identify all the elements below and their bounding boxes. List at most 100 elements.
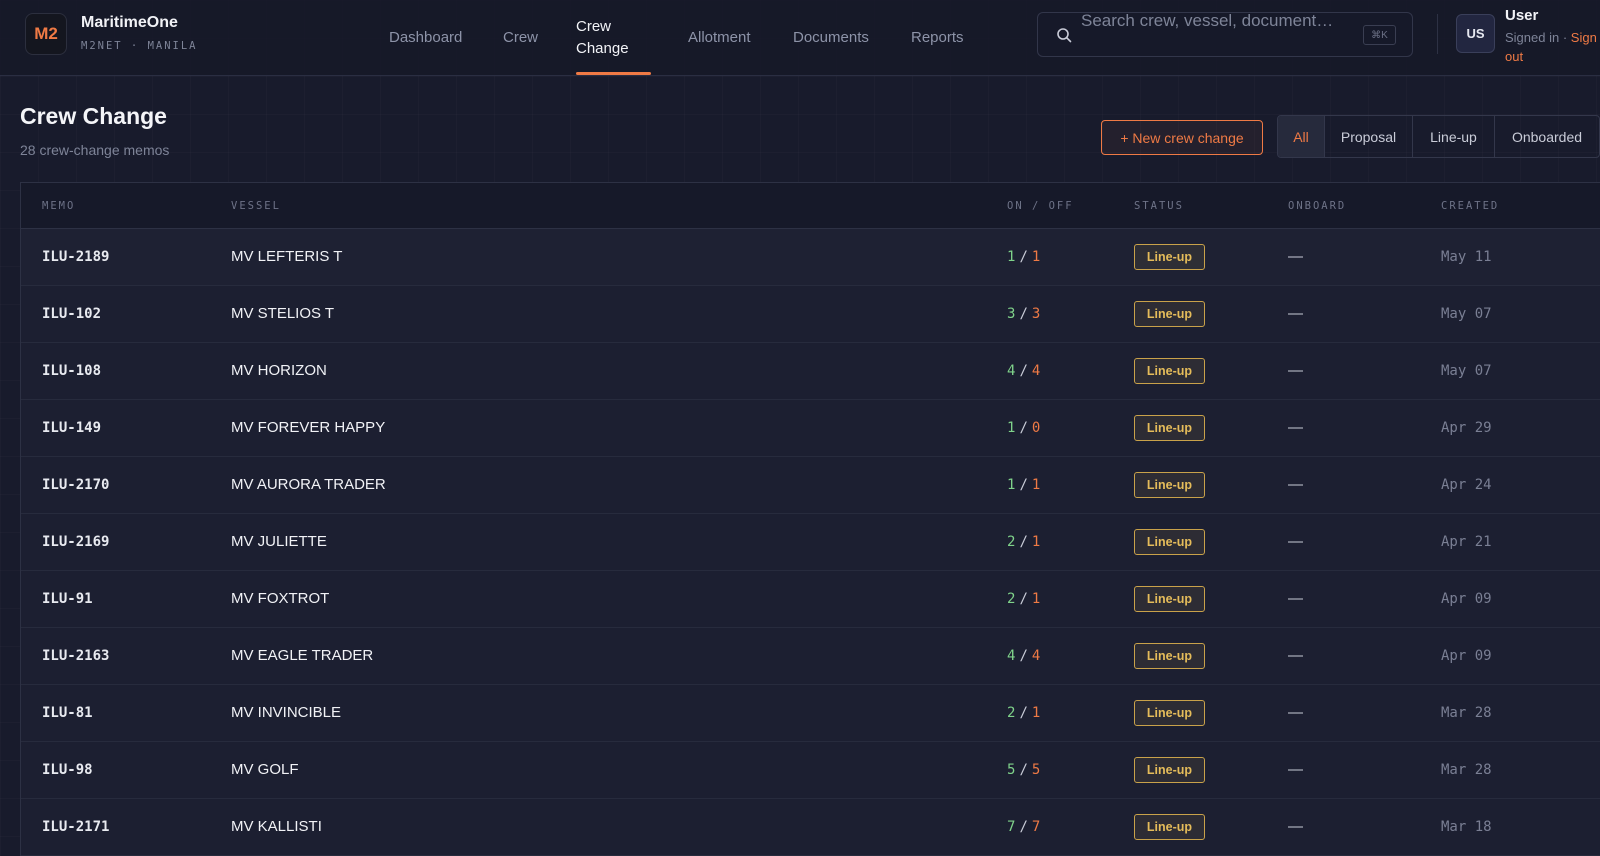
table-row[interactable]: ILU-98 MV GOLF 5/5 Line-up — Mar 28 bbox=[21, 742, 1600, 799]
filter-onboarded[interactable]: Onboarded bbox=[1495, 116, 1599, 157]
on-off-counts: 2/1 bbox=[1007, 591, 1040, 607]
memo-id[interactable]: ILU-2163 bbox=[42, 648, 109, 664]
nav-dashboard[interactable]: Dashboard bbox=[389, 0, 462, 75]
on-off-separator: / bbox=[1019, 249, 1028, 265]
memo-id[interactable]: ILU-149 bbox=[42, 420, 101, 436]
top-bar: M2 MaritimeOne M2NET · MANILA Dashboard … bbox=[0, 0, 1600, 76]
off-count: 3 bbox=[1031, 306, 1041, 322]
nav-reports[interactable]: Reports bbox=[911, 0, 964, 75]
memo-id[interactable]: ILU-91 bbox=[42, 591, 93, 607]
signed-in-label: Signed in · bbox=[1505, 30, 1568, 45]
on-off-separator: / bbox=[1019, 648, 1028, 664]
onboard-value: — bbox=[1288, 533, 1303, 550]
on-off-separator: / bbox=[1019, 762, 1028, 778]
on-off-separator: / bbox=[1019, 420, 1028, 436]
page-title: Crew Change bbox=[20, 103, 167, 129]
nav-documents[interactable]: Documents bbox=[793, 0, 869, 75]
on-count: 2 bbox=[1007, 591, 1016, 607]
nav-allotment[interactable]: Allotment bbox=[688, 0, 751, 75]
column-header-vessel[interactable]: VESSEL bbox=[231, 200, 281, 212]
onboard-value: — bbox=[1288, 476, 1303, 493]
memo-id[interactable]: ILU-2171 bbox=[42, 819, 109, 835]
table-body: ILU-2189 MV LEFTERIS T 1/1 Line-up — May 11 IL… bbox=[21, 229, 1600, 856]
brand-name: MaritimeOne bbox=[81, 14, 178, 31]
table-row[interactable]: ILU-2170 MV AURORA TRADER 1/1 Line-up — Apr 2… bbox=[21, 457, 1600, 514]
nav-crew-change[interactable]: Crew Change bbox=[576, 0, 646, 75]
on-off-separator: / bbox=[1019, 705, 1028, 721]
brand-subtitle: M2NET · MANILA bbox=[81, 40, 198, 52]
memo-id[interactable]: ILU-98 bbox=[42, 762, 93, 778]
filter-all[interactable]: All bbox=[1278, 116, 1325, 157]
on-off-counts: 2/1 bbox=[1007, 534, 1040, 550]
onboard-value: — bbox=[1288, 704, 1303, 721]
memo-id[interactable]: ILU-2189 bbox=[42, 249, 109, 265]
off-count: 1 bbox=[1031, 591, 1041, 607]
brand-logo[interactable]: M2 bbox=[25, 13, 67, 55]
table-row[interactable]: ILU-102 MV STELIOS T 3/3 Line-up — May 07 bbox=[21, 286, 1600, 343]
vessel-name: MV STELIOS T bbox=[231, 305, 335, 322]
off-count: 0 bbox=[1031, 420, 1041, 436]
on-count: 1 bbox=[1007, 420, 1016, 436]
table-row[interactable]: ILU-2189 MV LEFTERIS T 1/1 Line-up — May 11 bbox=[21, 229, 1600, 286]
search-bar[interactable]: Search crew, vessel, document… ⌘K bbox=[1037, 11, 1413, 57]
off-count: 1 bbox=[1031, 705, 1041, 721]
created-date: Apr 29 bbox=[1441, 420, 1492, 436]
table-row[interactable]: ILU-2171 MV KALLISTI 7/7 Line-up — Mar 18 bbox=[21, 799, 1600, 856]
filter-line-up[interactable]: Line-up bbox=[1413, 116, 1495, 157]
onboard-value: — bbox=[1288, 248, 1303, 265]
off-count: 4 bbox=[1031, 363, 1041, 379]
off-count: 1 bbox=[1031, 249, 1041, 265]
on-count: 4 bbox=[1007, 648, 1016, 664]
onboard-value: — bbox=[1288, 362, 1303, 379]
vessel-name: MV INVINCIBLE bbox=[231, 704, 342, 721]
filter-proposal[interactable]: Proposal bbox=[1325, 116, 1413, 157]
vessel-name: MV JULIETTE bbox=[231, 533, 327, 550]
status-badge: Line-up bbox=[1134, 358, 1205, 384]
onboard-value: — bbox=[1288, 305, 1303, 322]
memo-id[interactable]: ILU-2169 bbox=[42, 534, 109, 550]
column-header-memo[interactable]: MEMO bbox=[42, 200, 75, 212]
table-row[interactable]: ILU-108 MV HORIZON 4/4 Line-up — May 07 bbox=[21, 343, 1600, 400]
on-off-separator: / bbox=[1019, 306, 1028, 322]
memo-id[interactable]: ILU-2170 bbox=[42, 477, 109, 493]
created-date: Mar 28 bbox=[1441, 762, 1492, 778]
vessel-name: MV FOREVER HAPPY bbox=[231, 419, 386, 436]
table-row[interactable]: ILU-2163 MV EAGLE TRADER 4/4 Line-up — Apr 09 bbox=[21, 628, 1600, 685]
search-icon bbox=[1057, 28, 1072, 43]
column-header-on-off[interactable]: ON / OFF bbox=[1007, 200, 1074, 212]
status-badge: Line-up bbox=[1134, 814, 1205, 840]
memo-id[interactable]: ILU-108 bbox=[42, 363, 101, 379]
column-header-created[interactable]: CREATED bbox=[1441, 200, 1499, 212]
page-subtitle: 28 crew-change memos bbox=[20, 142, 170, 158]
on-count: 2 bbox=[1007, 534, 1016, 550]
created-date: May 11 bbox=[1441, 249, 1492, 265]
header-divider bbox=[1437, 14, 1438, 54]
on-off-counts: 1/1 bbox=[1007, 477, 1040, 493]
table-row[interactable]: ILU-2169 MV JULIETTE 2/1 Line-up — Apr 21 bbox=[21, 514, 1600, 571]
user-status: Signed in · Sign out bbox=[1505, 28, 1597, 66]
off-count: 1 bbox=[1031, 534, 1041, 550]
memo-id[interactable]: ILU-102 bbox=[42, 306, 101, 322]
search-input[interactable]: Search crew, vessel, document… bbox=[1081, 7, 1361, 34]
on-off-separator: / bbox=[1019, 477, 1028, 493]
status-filter: All Proposal Line-up Onboarded bbox=[1277, 115, 1600, 158]
onboard-value: — bbox=[1288, 761, 1303, 778]
on-off-counts: 3/3 bbox=[1007, 306, 1040, 322]
table-row[interactable]: ILU-91 MV FOXTROT 2/1 Line-up — Apr 09 bbox=[21, 571, 1600, 628]
column-header-status[interactable]: STATUS bbox=[1134, 200, 1184, 212]
status-badge: Line-up bbox=[1134, 757, 1205, 783]
column-header-onboard[interactable]: ONBOARD bbox=[1288, 200, 1346, 212]
status-badge: Line-up bbox=[1134, 529, 1205, 555]
new-crew-change-button[interactable]: + New crew change bbox=[1101, 120, 1263, 155]
table-row[interactable]: ILU-149 MV FOREVER HAPPY 1/0 Line-up — Apr 29 bbox=[21, 400, 1600, 457]
vessel-name: MV EAGLE TRADER bbox=[231, 647, 374, 664]
memo-id[interactable]: ILU-81 bbox=[42, 705, 93, 721]
onboard-value: — bbox=[1288, 590, 1303, 607]
table-row[interactable]: ILU-81 MV INVINCIBLE 2/1 Line-up — Mar 28 bbox=[21, 685, 1600, 742]
on-off-counts: 4/4 bbox=[1007, 648, 1040, 664]
avatar[interactable]: US bbox=[1456, 14, 1495, 53]
created-date: Mar 28 bbox=[1441, 705, 1492, 721]
off-count: 7 bbox=[1031, 819, 1041, 835]
nav-crew[interactable]: Crew bbox=[503, 0, 538, 75]
vessel-name: MV LEFTERIS T bbox=[231, 248, 343, 265]
